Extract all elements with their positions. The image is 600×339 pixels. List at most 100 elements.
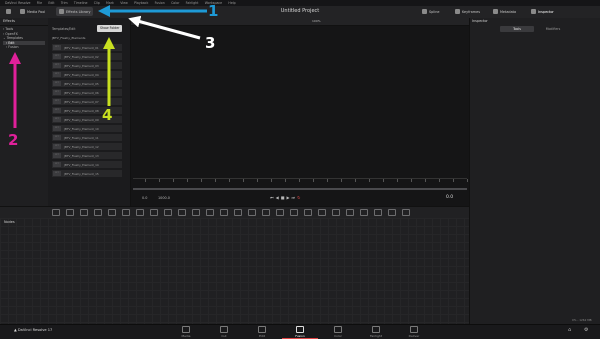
effect-thumbnail: FFT: [53, 144, 61, 149]
keyframes-button[interactable]: Keyframes: [455, 7, 480, 16]
effect-label: JBTV_Flashy_Element_10: [64, 126, 99, 131]
fusion-tool-icon[interactable]: [262, 209, 270, 216]
effect-label: JBTV_Flashy_Element_04: [64, 72, 99, 77]
page-edit[interactable]: Edit: [244, 325, 280, 338]
frame-start[interactable]: 0.0: [142, 196, 147, 200]
page-fusion[interactable]: Fusion: [282, 325, 318, 339]
settings-gear-icon[interactable]: ⚙: [584, 327, 588, 333]
page-label: Fairlight: [369, 334, 382, 338]
page-color[interactable]: Color: [320, 325, 356, 338]
page-media[interactable]: Media: [168, 325, 204, 338]
page-label: Edit: [259, 334, 265, 338]
page-deliver[interactable]: Deliver: [396, 325, 432, 338]
fusion-tool-icon[interactable]: [66, 209, 74, 216]
ruler-tick: [201, 179, 202, 182]
timeline-ruler[interactable]: [133, 178, 468, 186]
show-folder-tooltip: Show Folder: [97, 25, 123, 32]
cut-page-icon: [220, 326, 228, 333]
effect-list-item[interactable]: FFT JBTV_Flashy_Element_07: [52, 98, 122, 105]
inspector-panel: [469, 18, 600, 324]
tree-item-fusion[interactable]: › Fusion: [3, 45, 45, 50]
timeline-scrubber[interactable]: [133, 188, 467, 190]
page-fairlight[interactable]: Fairlight: [358, 325, 394, 338]
effect-thumbnail: FFT: [53, 63, 61, 68]
ruler-tick: [439, 179, 440, 182]
fusion-tool-icon[interactable]: [276, 209, 284, 216]
ruler-tick: [229, 179, 230, 182]
ruler-tick: [355, 179, 356, 182]
effect-list-item[interactable]: FFT JBTV_Flashy_Element_02: [52, 53, 122, 60]
node-editor[interactable]: [0, 218, 469, 324]
deliver-page-icon: [410, 326, 418, 333]
nodes-title: Nodes: [4, 220, 15, 224]
fusion-tool-icon[interactable]: [150, 209, 158, 216]
effect-label: JBTV_Flashy_Element_08: [64, 108, 99, 113]
frame-end[interactable]: 1000.0: [158, 196, 170, 200]
fusion-tool-icon[interactable]: [332, 209, 340, 216]
fusion-tool-icon[interactable]: [178, 209, 186, 216]
page-label: Fusion: [295, 334, 305, 338]
tab-modifiers[interactable]: Modifiers: [536, 26, 570, 32]
fusion-tool-icon[interactable]: [318, 209, 326, 216]
fusion-tool-icon[interactable]: [94, 209, 102, 216]
fusion-tool-icon[interactable]: [402, 209, 410, 216]
fusion-tool-icon[interactable]: [136, 209, 144, 216]
page-cut[interactable]: Cut: [206, 325, 242, 338]
color-page-icon: [334, 326, 342, 333]
fusion-tool-icon[interactable]: [192, 209, 200, 216]
effect-list-item[interactable]: FFT JBTV_Flashy_Element_12: [52, 143, 122, 150]
effect-list-item[interactable]: FFT JBTV_Flashy_Element_13: [52, 152, 122, 159]
loop-icon[interactable]: ↻: [297, 195, 302, 200]
effect-list-item[interactable]: FFT JBTV_Flashy_Element_03: [52, 62, 122, 69]
inspector-title: Inspector: [472, 19, 488, 23]
effect-thumbnail: FFT: [53, 99, 61, 104]
ruler-tick: [173, 179, 174, 182]
fusion-tool-icon[interactable]: [206, 209, 214, 216]
effect-list-item[interactable]: FFT JBTV_Flashy_Element_06: [52, 89, 122, 96]
tab-tools[interactable]: Tools: [500, 26, 534, 32]
memory-usage: 0% - 1262 MB: [572, 318, 592, 322]
effect-list-item[interactable]: FFT JBTV_Flashy_Element_14: [52, 161, 122, 168]
fusion-tool-icon[interactable]: [108, 209, 116, 216]
fusion-tool-icon[interactable]: [122, 209, 130, 216]
fusion-tool-icon[interactable]: [360, 209, 368, 216]
fusion-tool-icon[interactable]: [290, 209, 298, 216]
effect-list-item[interactable]: FFT JBTV_Flashy_Element_15: [52, 170, 122, 177]
effect-list-item[interactable]: FFT JBTV_Flashy_Element_04: [52, 71, 122, 78]
effect-list-item[interactable]: FFT JBTV_Flashy_Element_05: [52, 80, 122, 87]
effect-list-item[interactable]: FFT JBTV_Flashy_Element_11: [52, 134, 122, 141]
page-label: Color: [334, 334, 342, 338]
effect-thumbnail: FFT: [53, 135, 61, 140]
fusion-tool-icon[interactable]: [374, 209, 382, 216]
contents-header: Templates/Edit: [52, 27, 76, 31]
spline-button[interactable]: Spline: [422, 7, 439, 16]
fusion-tool-icon[interactable]: [234, 209, 242, 216]
effect-list-item[interactable]: FFT JBTV_Flashy_Element_10: [52, 125, 122, 132]
home-icon[interactable]: ⌂: [568, 327, 571, 333]
effect-label: JBTV_Flashy_Element_13: [64, 153, 99, 158]
effect-thumbnail: FFT: [53, 153, 61, 158]
fusion-tool-icon[interactable]: [164, 209, 172, 216]
effect-label: JBTV_Flashy_Element_15: [64, 171, 99, 176]
fusion-tool-icon[interactable]: [80, 209, 88, 216]
inspector-button[interactable]: Inspector: [531, 7, 554, 16]
fairlight-page-icon: [372, 326, 380, 333]
metadata-button[interactable]: Metadata: [493, 7, 516, 16]
fusion-tool-icon[interactable]: [346, 209, 354, 216]
effect-label: JBTV_Flashy_Element_09: [64, 117, 99, 122]
tree-item-label: Edit: [8, 40, 15, 45]
fusion-tool-icon[interactable]: [52, 209, 60, 216]
effect-list-item[interactable]: FFT JBTV_Flashy_Element_01: [52, 44, 122, 51]
effect-label: JBTV_Flashy_Element_05: [64, 81, 99, 86]
contents-folder-label: JBTV_Flashy_Elements: [52, 36, 86, 40]
fusion-tool-icon[interactable]: [304, 209, 312, 216]
fusion-tool-icon[interactable]: [388, 209, 396, 216]
fusion-tool-icon[interactable]: [220, 209, 228, 216]
current-frame[interactable]: 0.0: [446, 195, 453, 200]
annotation-label-3: 3: [205, 34, 216, 52]
ruler-tick: [215, 179, 216, 182]
effect-thumbnail: FFT: [53, 108, 61, 113]
ruler-tick: [271, 179, 272, 182]
fusion-tool-icon[interactable]: [248, 209, 256, 216]
zoom-level[interactable]: 100%: [312, 19, 321, 23]
